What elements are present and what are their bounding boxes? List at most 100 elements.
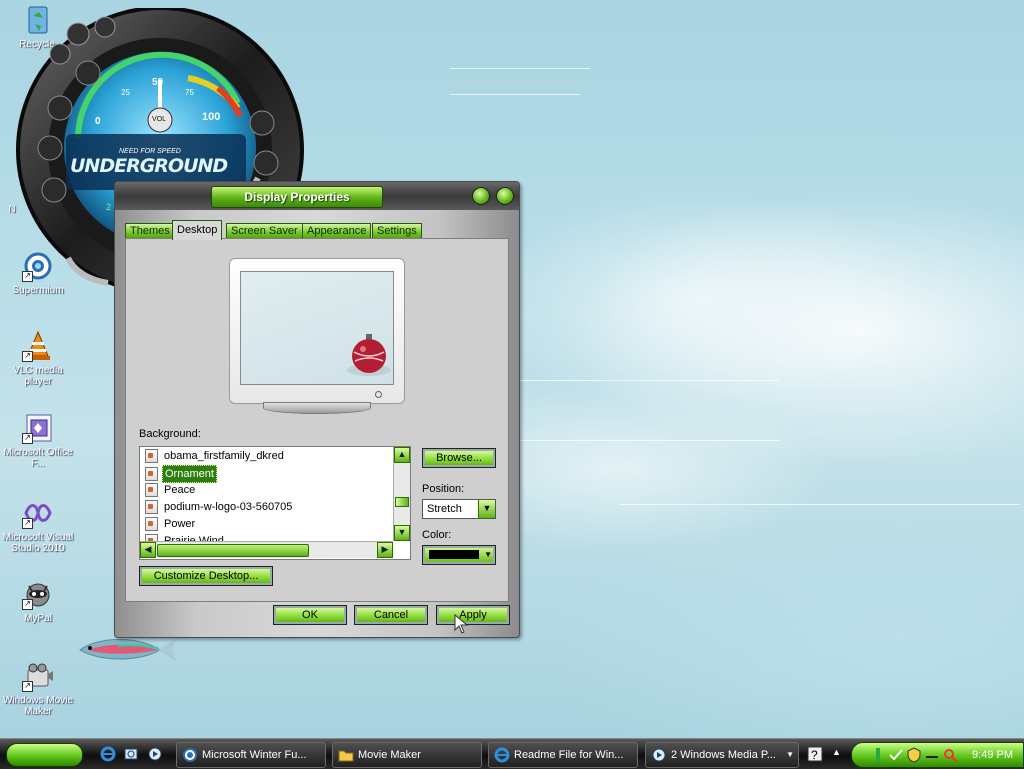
wallpaper-streak <box>520 440 780 441</box>
gadget-scale-50: 50 <box>152 77 164 88</box>
desktop-icon-label: Microsoft Office F... <box>3 447 73 469</box>
start-button[interactable] <box>6 743 83 767</box>
chevron-down-icon: ▼ <box>478 500 495 518</box>
list-item[interactable]: Power <box>145 516 197 532</box>
mouse-cursor-icon <box>454 614 468 634</box>
close-button[interactable] <box>496 187 514 205</box>
vlc-cone-icon: ↗ <box>22 330 54 362</box>
help-button[interactable] <box>472 187 490 205</box>
svg-text:?: ? <box>811 748 818 762</box>
scroll-right-arrow-icon[interactable]: ▶ <box>377 542 393 558</box>
internet-explorer-icon <box>494 747 510 763</box>
background-listbox[interactable]: obama_firstfamily_dkred Ornament Peace p… <box>139 446 411 560</box>
folder-icon <box>338 750 354 762</box>
scroll-left-arrow-icon[interactable]: ◀ <box>140 542 156 558</box>
color-picker-button[interactable]: ▼ <box>422 545 496 565</box>
clock[interactable]: 9:49 PM <box>972 743 1013 767</box>
outlook-express-icon[interactable] <box>123 746 139 762</box>
wallpaper-streak <box>450 68 590 69</box>
task-movie-maker[interactable]: Movie Maker <box>332 742 482 768</box>
gadget-scale-100: 100 <box>202 111 221 123</box>
horizontal-scrollbar[interactable]: ◀ ▶ <box>140 541 393 558</box>
position-label: Position: <box>422 483 465 495</box>
list-item[interactable]: Peace <box>145 482 197 498</box>
taskbar: Microsoft Winter Fu... Movie Maker Readm… <box>0 738 1024 769</box>
visual-studio-icon: ↗ <box>22 497 54 529</box>
office-icon: ↗ <box>22 412 54 444</box>
wallpaper-streak <box>450 94 580 95</box>
gadget-side-tick: 2 <box>106 202 112 212</box>
desktop-icon-label: VLC media player <box>13 365 63 387</box>
dialog-title: Display Properties <box>211 186 383 208</box>
gadget-scale-25: 25 <box>121 88 130 97</box>
shortcut-arrow-icon: ↗ <box>22 681 33 692</box>
monitor-case <box>229 258 405 404</box>
list-item-selected[interactable]: Ornament <box>145 465 217 483</box>
browse-button[interactable]: Browse... <box>422 448 496 468</box>
mypal-raccoon-icon: ↗ <box>22 578 54 610</box>
monitor-stand <box>263 402 371 414</box>
gadget-scale-0: 0 <box>95 116 101 127</box>
task-windows-media-player-group[interactable]: 2 Windows Media P... ▼ <box>645 742 799 768</box>
desktop-icon-label: MyPal <box>24 613 52 624</box>
image-file-icon <box>145 449 158 464</box>
power-led-icon <box>375 391 382 398</box>
customize-desktop-button[interactable]: Customize Desktop... <box>139 566 273 586</box>
desktop-icon-label: Windows Movie Maker <box>2 695 74 717</box>
tab-desktop[interactable]: Desktop <box>172 220 223 240</box>
media-player-icon <box>652 748 666 762</box>
gadget-scale-75: 75 <box>185 88 194 97</box>
check-icon[interactable] <box>888 747 904 763</box>
image-file-icon <box>145 483 158 498</box>
wallpaper-preview <box>240 271 394 385</box>
ornament-image <box>347 334 391 376</box>
ok-button[interactable]: OK <box>273 605 347 625</box>
scroll-down-arrow-icon[interactable]: ▼ <box>394 525 410 541</box>
shortcut-arrow-icon: ↗ <box>22 599 33 610</box>
position-dropdown[interactable]: Stretch ▼ <box>422 499 496 519</box>
desktop-icon-mypal[interactable]: ↗ MyPal <box>0 578 77 624</box>
vertical-scrollbar[interactable]: ▲ ▼ <box>393 447 410 541</box>
security-shield-icon[interactable] <box>906 747 922 763</box>
color-label: Color: <box>422 529 452 541</box>
image-file-icon <box>145 467 158 481</box>
media-player-icon[interactable] <box>147 746 163 762</box>
background-label: Background: <box>139 428 201 440</box>
volume-icon[interactable] <box>924 747 940 763</box>
desktop-icon-movie-maker[interactable]: ↗ Windows Movie Maker <box>0 660 77 717</box>
image-file-icon <box>145 500 158 515</box>
scroll-up-arrow-icon[interactable]: ▲ <box>394 447 410 463</box>
shortcut-arrow-icon: ↗ <box>22 433 33 444</box>
scroll-thumb[interactable] <box>395 497 409 507</box>
gadget-logo: UNDERGROUND <box>70 155 228 177</box>
task-microsoft-winter-fun[interactable]: Microsoft Winter Fu... <box>176 742 326 768</box>
display-properties-dialog[interactable]: Display Properties Themes Desktop Screen… <box>114 181 520 638</box>
chevron-up-icon[interactable]: ▲ <box>832 747 841 757</box>
scroll-thumb[interactable] <box>157 544 309 557</box>
list-item[interactable]: obama_firstfamily_dkred <box>145 448 286 464</box>
desktop-icon-vlc[interactable]: ↗ VLC media player <box>0 330 77 387</box>
internet-explorer-icon[interactable] <box>100 746 116 762</box>
list-item[interactable]: podium-w-logo-03-560705 <box>145 499 294 515</box>
search-icon[interactable] <box>942 747 958 763</box>
apply-button[interactable]: Apply <box>436 605 510 625</box>
supermium-icon <box>183 748 197 763</box>
gadget-logo-small: NEED FOR SPEED <box>119 148 181 155</box>
desktop-tab-panel: Background: obama_firstfamily_dkred Orna… <box>125 238 509 602</box>
chevron-down-icon: ▼ <box>786 750 794 759</box>
help-icon[interactable]: ? <box>807 746 823 762</box>
desktop-icon-office[interactable]: ↗ Microsoft Office F... <box>0 412 77 469</box>
image-file-icon <box>145 517 158 532</box>
system-tray: 9:49 PM <box>851 742 1024 768</box>
movie-maker-icon: ↗ <box>22 660 54 692</box>
task-readme-file[interactable]: Readme File for Win... <box>488 742 638 768</box>
desktop-icon-visual-studio[interactable]: ↗ Microsoft Visual Studio 2010 <box>0 497 77 554</box>
shortcut-arrow-icon: ↗ <box>22 351 33 362</box>
chevron-down-icon: ▼ <box>484 550 492 559</box>
network-icon[interactable] <box>870 747 886 763</box>
monitor-preview <box>229 258 405 414</box>
shortcut-arrow-icon: ↗ <box>22 518 33 529</box>
color-swatch <box>429 550 479 559</box>
cancel-button[interactable]: Cancel <box>354 605 428 625</box>
title-bar[interactable]: Display Properties <box>115 182 519 210</box>
